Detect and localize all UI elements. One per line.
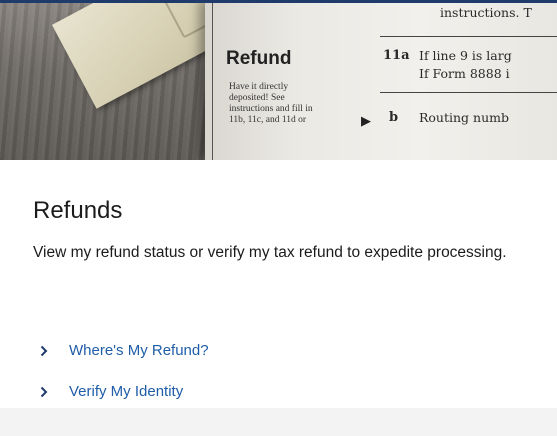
form-line-b-label: b <box>389 110 399 125</box>
form-refund-note: Have it directly deposited! See instruct… <box>229 82 313 125</box>
verify-my-identity-link[interactable]: Verify My Identity <box>40 383 183 400</box>
form-divider <box>212 0 213 160</box>
form-refund-heading: Refund <box>226 48 292 69</box>
form-line-10-text: instructions. T <box>440 5 532 20</box>
wheres-my-refund-link[interactable]: Where's My Refund? <box>40 342 209 359</box>
card-title: Refunds <box>33 197 123 224</box>
form-line-11a-text-2: If Form 8888 i <box>419 66 510 81</box>
form-rule <box>380 36 557 37</box>
chevron-right-icon <box>40 345 48 356</box>
page-background <box>0 408 557 436</box>
form-rule <box>380 92 557 93</box>
card-description: View my refund status or verify my tax r… <box>33 244 507 261</box>
top-rule <box>0 0 557 3</box>
page: instructions. T Refund Have it directly … <box>0 0 557 436</box>
verify-my-identity-label: Verify My Identity <box>69 383 184 400</box>
chevron-right-icon <box>40 386 48 397</box>
refunds-card: instructions. T Refund Have it directly … <box>0 0 557 408</box>
form-line-11a-label: 11a <box>383 48 410 63</box>
form-line-11a-text: If line 9 is larg <box>419 48 512 63</box>
hero-image: instructions. T Refund Have it directly … <box>0 0 557 160</box>
form-line-b-text: Routing numb <box>419 110 509 125</box>
wheres-my-refund-label: Where's My Refund? <box>69 342 209 359</box>
arrow-right-icon: ▶ <box>361 114 371 129</box>
